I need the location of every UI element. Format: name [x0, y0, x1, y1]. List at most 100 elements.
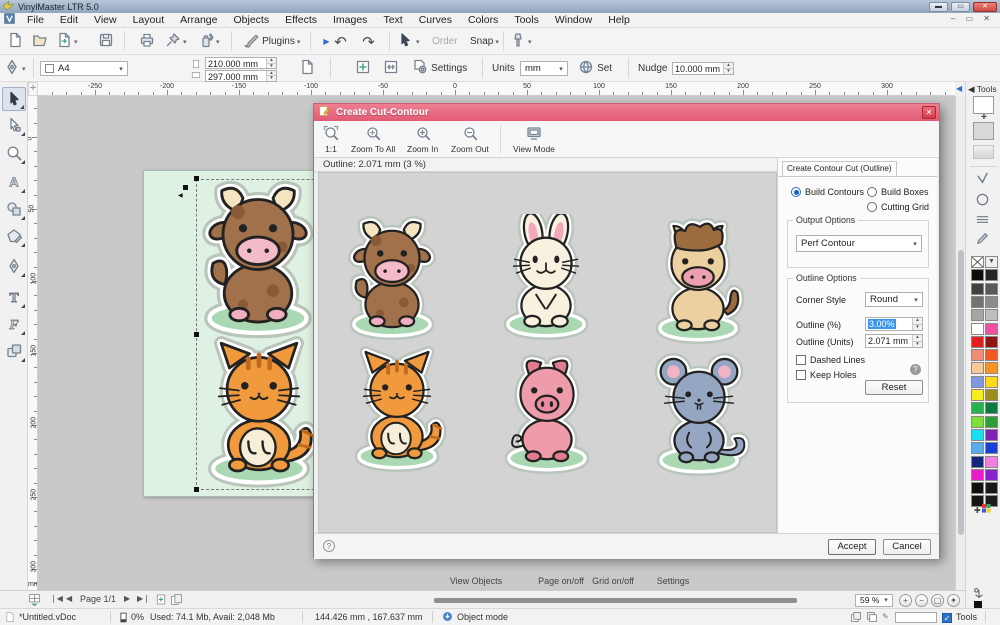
- layers-icon[interactable]: [850, 611, 862, 625]
- first-page-button[interactable]: ❘◀: [50, 594, 63, 603]
- document-window-controls[interactable]: – ▭ ✕: [951, 14, 994, 23]
- tool-shape-edit[interactable]: [2, 224, 26, 248]
- color-swatch[interactable]: [985, 429, 998, 441]
- add-palette-icon[interactable]: ✚: [974, 504, 991, 515]
- tool-select[interactable]: [2, 87, 26, 111]
- titlebar[interactable]: VinylMaster LTR 5.0 ▬ ▭ ✕: [0, 0, 1000, 13]
- color-swatch[interactable]: [971, 429, 984, 441]
- page-object-cow[interactable]: [183, 178, 333, 341]
- color-swatch[interactable]: [971, 456, 984, 468]
- nudge-input[interactable]: 10.000 mm▲▼: [672, 62, 734, 75]
- actual-size-button[interactable]: 1:1: [320, 123, 342, 156]
- color-swatch[interactable]: [985, 296, 998, 308]
- color-swatch[interactable]: [971, 349, 984, 361]
- menu-edit[interactable]: Edit: [52, 14, 86, 26]
- zoom-page-button[interactable]: ▢: [931, 594, 944, 607]
- tool-zoom[interactable]: [2, 141, 26, 165]
- airbrush-button[interactable]: ▾: [510, 31, 532, 52]
- menu-curves[interactable]: Curves: [411, 14, 460, 26]
- page-width-input[interactable]: 210.000 mm▲▼: [205, 57, 277, 69]
- output-type-select[interactable]: Perf Contour▾: [796, 235, 922, 252]
- layers-alt-icon[interactable]: [866, 611, 878, 625]
- undo-button[interactable]: ↶: [330, 31, 351, 52]
- color-swatch[interactable]: [971, 309, 984, 321]
- color-swatch[interactable]: [985, 323, 998, 335]
- hand-icon[interactable]: ✎: [882, 612, 889, 621]
- last-page-button[interactable]: ▶❘: [137, 594, 150, 603]
- spray-tool-button[interactable]: ▾: [198, 31, 220, 52]
- canvas-button-view-objects[interactable]: View Objects: [450, 576, 502, 586]
- ruler-origin-button[interactable]: ✛: [28, 82, 38, 96]
- import-button[interactable]: ▾: [56, 31, 78, 52]
- pen-tool-button[interactable]: ▾: [4, 58, 26, 79]
- minimize-button[interactable]: ▬: [929, 2, 948, 12]
- dialog-help-icon[interactable]: ?: [323, 540, 335, 552]
- ellipse-tool-icon[interactable]: [975, 192, 990, 210]
- resize-page-button[interactable]: [380, 58, 401, 79]
- palette-filter-swatch[interactable]: ▼: [985, 256, 998, 268]
- zoom-all-button[interactable]: ✦: [947, 594, 960, 607]
- reset-button[interactable]: Reset: [865, 380, 923, 395]
- tool-weld[interactable]: [2, 339, 26, 363]
- page-grid-icon[interactable]: [28, 593, 41, 608]
- color-swatch[interactable]: [971, 269, 984, 281]
- save-button[interactable]: [95, 31, 116, 52]
- color-swatch[interactable]: [971, 402, 984, 414]
- radio-cutting-grid[interactable]: Cutting Grid: [867, 202, 929, 212]
- open-button[interactable]: [29, 31, 50, 52]
- page-height-input[interactable]: 297.000 mm▲▼: [205, 70, 277, 82]
- collapse-panel-icon[interactable]: ◀: [956, 84, 962, 93]
- color-swatch[interactable]: [985, 269, 998, 281]
- dialog-titlebar[interactable]: Create Cut-Contour ✕: [314, 104, 939, 121]
- menu-text[interactable]: Text: [375, 14, 410, 26]
- menu-tools[interactable]: Tools: [506, 14, 547, 26]
- radio-build-boxes[interactable]: Build Boxes: [867, 187, 929, 197]
- tool-node-edit[interactable]: [2, 113, 26, 137]
- tab-create-contour-cut[interactable]: Create Contour Cut (Outline): [782, 161, 897, 176]
- menu-effects[interactable]: Effects: [277, 14, 325, 26]
- menu-arrange[interactable]: Arrange: [172, 14, 225, 26]
- color-swatch[interactable]: [985, 349, 998, 361]
- color-swatch[interactable]: [985, 442, 998, 454]
- color-swatch[interactable]: [971, 296, 984, 308]
- corner-style-select[interactable]: Round▾: [865, 292, 923, 307]
- settings-button[interactable]: Settings: [412, 58, 467, 79]
- outline-units-input[interactable]: 2.071 mm▲▼: [865, 334, 923, 348]
- menu-colors[interactable]: Colors: [460, 14, 506, 26]
- accept-button[interactable]: Accept: [828, 539, 876, 555]
- blank-page-button[interactable]: [296, 58, 317, 79]
- add-page-button[interactable]: [352, 58, 373, 79]
- snap-button[interactable]: Snap▾: [470, 31, 499, 52]
- canvas-button-settings[interactable]: Settings: [657, 576, 690, 586]
- horizontal-scroll-thumb[interactable]: [434, 598, 797, 603]
- pencil-tool-icon[interactable]: [975, 231, 990, 249]
- cancel-button[interactable]: Cancel: [883, 539, 931, 555]
- outline-pct-input[interactable]: 3.00%▲▼: [865, 317, 923, 331]
- color-swatch[interactable]: [971, 442, 984, 454]
- color-swatch[interactable]: [971, 389, 984, 401]
- select-mode-button[interactable]: ▾: [398, 31, 420, 52]
- maximize-button[interactable]: ▭: [951, 2, 970, 12]
- color-swatch[interactable]: [971, 283, 984, 295]
- color-swatch[interactable]: [971, 336, 984, 348]
- color-swatch[interactable]: [985, 362, 998, 374]
- canvas-button-page-on-off[interactable]: Page on/off: [538, 576, 584, 586]
- color-swatch[interactable]: [985, 376, 998, 388]
- tool-effects[interactable]: F: [2, 312, 26, 336]
- menu-file[interactable]: File: [19, 14, 52, 26]
- dashed-lines-checkbox[interactable]: Dashed Lines: [796, 355, 865, 365]
- redo-button[interactable]: ↷: [358, 31, 379, 52]
- quick-entry-input[interactable]: [895, 612, 937, 623]
- color-swatch[interactable]: [971, 362, 984, 374]
- canvas-vertical-scrollbar[interactable]: [955, 96, 965, 590]
- color-swatch[interactable]: [971, 376, 984, 388]
- dialog-close-button[interactable]: ✕: [922, 106, 936, 119]
- color-swatch[interactable]: [985, 336, 998, 348]
- color-swatch[interactable]: [985, 482, 998, 494]
- zoom-out-button[interactable]: −: [915, 594, 928, 607]
- zoom-out-button[interactable]: Zoom Out: [448, 123, 492, 156]
- color-swatch[interactable]: [985, 389, 998, 401]
- color-swatch[interactable]: [985, 469, 998, 481]
- keep-holes-checkbox[interactable]: Keep Holes: [796, 370, 857, 380]
- gradient-swatch[interactable]: [973, 145, 994, 159]
